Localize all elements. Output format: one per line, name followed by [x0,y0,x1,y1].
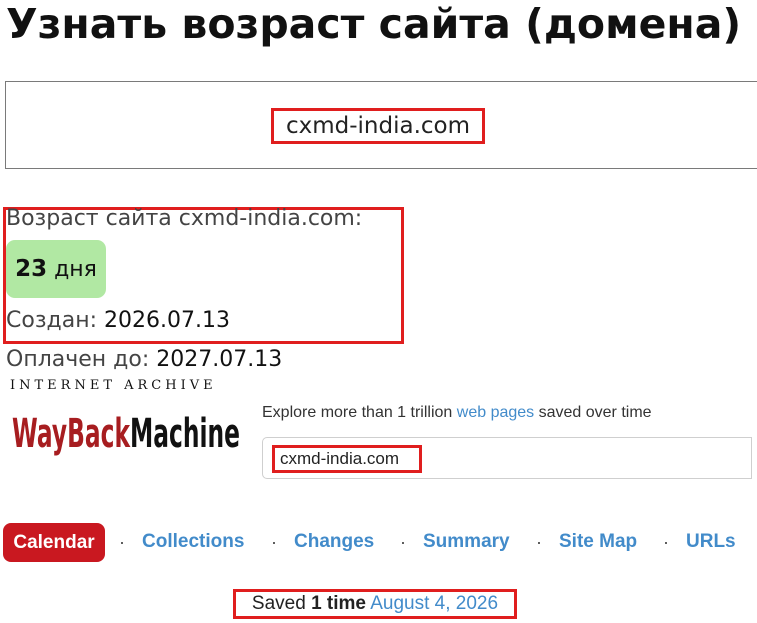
page-title: Узнать возраст сайта (домена) [6,0,742,48]
explore-prefix: Explore more than 1 trillion [262,404,453,421]
wayback-machine-logo-icon: WayBack Machine [12,411,240,457]
age-days-badge: 23 дня [6,240,106,298]
nav-separator: · [400,532,406,552]
created-value: 2026.07.13 [104,308,230,333]
domain-input-value: cxmd-india.com [271,108,485,144]
nav-separator: · [119,532,125,552]
tab-changes[interactable]: Changes [294,523,374,561]
nav-separator: · [663,532,669,552]
age-label: Возраст сайта cxmd-india.com: [6,206,363,231]
tab-urls[interactable]: URLs [686,523,736,561]
saved-date-link[interactable]: August 4, 2026 [370,593,498,614]
tab-calendar[interactable]: Calendar [3,523,105,562]
logo-machine-word: Machine [130,411,240,457]
explore-text: Explore more than 1 trillion web pages s… [262,404,652,422]
tab-summary[interactable]: Summary [423,523,510,561]
paid-label: Оплачен до: [6,347,150,372]
nav-separator: · [536,532,542,552]
paid-row: Оплачен до: 2027.07.13 [6,347,282,372]
tab-collections[interactable]: Collections [142,523,244,561]
age-days-unit: дня [54,257,97,282]
wayback-search-value: cxmd-india.com [272,445,422,473]
saved-summary: Saved 1 time August 4, 2026 [233,589,517,619]
age-days-number: 23 [15,256,48,282]
saved-count: 1 time [311,593,366,614]
tab-site-map[interactable]: Site Map [559,523,637,561]
internet-archive-text: INTERNET ARCHIVE [10,378,217,393]
nav-separator: · [271,532,277,552]
saved-prefix: Saved [251,593,306,614]
paid-value: 2027.07.13 [156,347,283,372]
explore-suffix: saved over time [538,404,652,421]
web-pages-link[interactable]: web pages [457,404,534,421]
created-label: Создан: [6,308,98,333]
logo-wayback-word: WayBack [12,411,131,457]
wayback-logo[interactable]: INTERNET ARCHIVE WayBack Machine [10,378,242,466]
created-row: Создан: 2026.07.13 [6,308,230,333]
